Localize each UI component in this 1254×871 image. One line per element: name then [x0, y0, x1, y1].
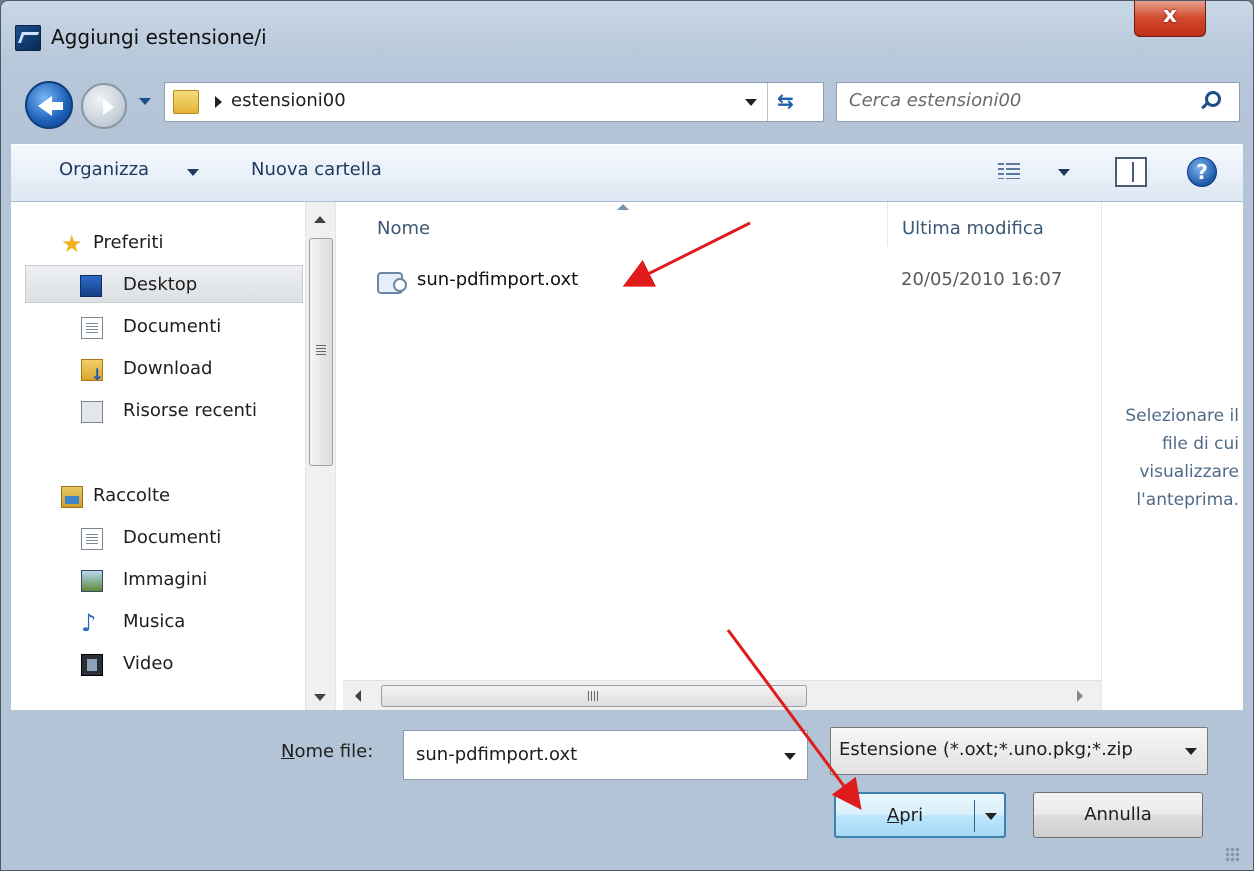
search-box[interactable]: Cerca estensioni00: [836, 82, 1240, 122]
sidebar-item-desktop[interactable]: Desktop: [25, 265, 303, 303]
filename-field[interactable]: sun-pdfimport.oxt: [416, 744, 577, 765]
view-options-dropdown[interactable]: [1058, 169, 1070, 176]
desktop-icon: [80, 275, 102, 297]
change-view-icon[interactable]: [998, 163, 1020, 179]
sidebar-item-label: Documenti: [123, 316, 222, 337]
accelerator-key: A: [886, 805, 900, 826]
window-title: Aggiungi estensione/i: [51, 25, 267, 49]
file-list: Nome Ultima modifica sun-pdfimport.oxt 2…: [343, 202, 1101, 680]
folder-icon: [173, 90, 199, 114]
sidebar-item-library-documents[interactable]: Documenti: [11, 519, 305, 557]
back-button[interactable]: [25, 81, 73, 129]
open-options-dropdown[interactable]: [985, 813, 997, 820]
filename-label: Nome file:: [281, 741, 373, 762]
sidebar-item-label: Musica: [123, 611, 186, 632]
preview-message: Selezionare il file di cui visualizzare …: [1125, 406, 1239, 510]
extension-file-icon: [377, 272, 407, 294]
file-list-horizontal-scrollbar[interactable]: [343, 680, 1101, 710]
sidebar-header-favorites[interactable]: ★ Preferiti: [11, 224, 305, 262]
filename-label-text: ome file:: [294, 741, 374, 762]
sidebar-item-label: Desktop: [123, 274, 198, 295]
sidebar-item-label: Immagini: [123, 569, 208, 590]
grip-icon: [316, 345, 326, 355]
app-icon: [15, 25, 41, 51]
search-icon[interactable]: [1205, 91, 1221, 107]
sidebar-item-label: Risorse recenti: [123, 400, 257, 421]
help-icon[interactable]: ?: [1187, 157, 1217, 187]
command-bar: Organizza Nuova cartella ?: [11, 144, 1243, 202]
sidebar-item-label: Documenti: [123, 527, 222, 548]
content-area: ★ Preferiti Desktop Documenti Download R…: [11, 202, 1243, 710]
address-dropdown[interactable]: [745, 99, 757, 106]
pane-splitter[interactable]: [335, 202, 343, 710]
document-icon: [81, 528, 103, 550]
file-type-filter[interactable]: Estensione (*.oxt;*.uno.pkg;*.zip: [830, 727, 1208, 775]
scroll-down-icon[interactable]: [314, 694, 326, 701]
breadcrumb-current[interactable]: estensioni00: [231, 90, 346, 111]
refresh-icon[interactable]: ⇆: [777, 89, 794, 113]
sidebar-item-label: Preferiti: [93, 232, 164, 253]
recent-locations-dropdown[interactable]: [139, 98, 151, 105]
file-name[interactable]: sun-pdfimport.oxt: [417, 269, 578, 290]
breadcrumb-arrow-icon[interactable]: [215, 96, 222, 108]
navigation-pane: ★ Preferiti Desktop Documenti Download R…: [11, 202, 305, 710]
chevron-down-icon[interactable]: [1185, 748, 1197, 755]
address-divider: [767, 83, 768, 121]
chevron-down-icon[interactable]: [187, 169, 199, 176]
preview-pane-icon[interactable]: [1115, 157, 1147, 187]
file-row[interactable]: sun-pdfimport.oxt 20/05/2010 16:07: [343, 262, 1101, 302]
open-label-text: pri: [899, 805, 924, 826]
scroll-up-icon[interactable]: [314, 216, 326, 223]
scrollbar-thumb[interactable]: [381, 685, 807, 707]
chevron-down-icon[interactable]: [784, 753, 796, 760]
sidebar-item-label: Download: [123, 358, 213, 379]
sidebar-item-label: Video: [123, 653, 174, 674]
open-button-label: Apri: [836, 794, 974, 838]
file-modified-date: 20/05/2010 16:07: [901, 269, 1063, 290]
document-icon: [81, 317, 103, 339]
preview-pane: Selezionare il file di cui visualizzare …: [1101, 202, 1243, 710]
sort-ascending-icon: [617, 204, 629, 210]
sidebar-item-images[interactable]: Immagini: [11, 561, 305, 599]
sidebar-item-video[interactable]: Video: [11, 645, 305, 683]
sidebar-item-music[interactable]: ♪ Musica: [11, 603, 305, 641]
close-button[interactable]: x: [1134, 1, 1206, 37]
scroll-left-icon[interactable]: [355, 690, 361, 702]
scrollbar-thumb[interactable]: [309, 238, 333, 466]
file-type-value: Estensione (*.oxt;*.uno.pkg;*.zip: [839, 739, 1133, 760]
search-input[interactable]: Cerca estensioni00: [849, 90, 1021, 111]
sidebar-item-label: Raccolte: [93, 485, 171, 506]
cancel-button[interactable]: Annulla: [1033, 792, 1203, 838]
pictures-icon: [81, 570, 103, 592]
split-divider: [974, 800, 975, 832]
column-label: Nome: [377, 218, 431, 239]
grip-icon: [588, 691, 598, 701]
column-label: Ultima modifica: [902, 218, 1044, 239]
film-icon: [81, 654, 103, 676]
new-folder-button[interactable]: Nuova cartella: [251, 159, 382, 180]
download-folder-icon: [81, 359, 104, 384]
libraries-icon: [61, 486, 83, 508]
scroll-right-icon[interactable]: [1077, 690, 1083, 702]
navigation-scrollbar[interactable]: [305, 202, 335, 710]
column-header-name[interactable]: Nome: [343, 202, 887, 246]
sidebar-item-documents[interactable]: Documenti: [11, 308, 305, 346]
accelerator-key: N: [281, 741, 295, 762]
address-bar[interactable]: estensioni00 ⇆: [164, 82, 824, 122]
sidebar-item-recent-places[interactable]: Risorse recenti: [11, 392, 305, 430]
star-icon: ★: [61, 230, 83, 258]
close-icon: x: [1162, 3, 1178, 28]
forward-button[interactable]: [81, 83, 127, 129]
music-note-icon: ♪: [81, 609, 97, 637]
open-button[interactable]: Apri: [834, 792, 1006, 838]
recent-places-icon: [81, 401, 103, 423]
column-header-modified[interactable]: Ultima modifica: [887, 202, 1101, 246]
sidebar-item-downloads[interactable]: Download: [11, 350, 305, 388]
organize-menu[interactable]: Organizza: [59, 159, 149, 180]
filename-combobox[interactable]: sun-pdfimport.oxt: [403, 730, 808, 780]
open-file-dialog: Aggiungi estensione/i x estensioni00 ⇆ C…: [0, 0, 1254, 871]
resize-grip-icon[interactable]: [1225, 847, 1241, 863]
sidebar-header-libraries[interactable]: Raccolte: [11, 477, 305, 515]
